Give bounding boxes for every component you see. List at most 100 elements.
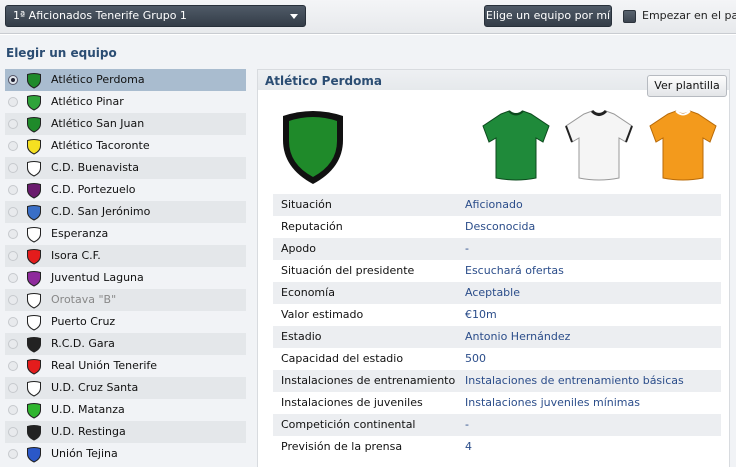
detail-row: Instalaciones de entrenamiento Instalacio… [273,370,721,392]
team-radio[interactable] [8,119,18,129]
team-crest-icon [27,139,41,155]
detail-value: - [465,418,469,431]
team-list: Atlético Perdoma Atlético Pinar Atlético S… [5,69,246,465]
club-details-table: Situación Aficionado Reputación Desconocida… [273,194,721,458]
team-radio[interactable] [8,97,18,107]
team-radio[interactable] [8,251,18,261]
detail-row: Situación Aficionado [273,194,721,216]
detail-label: Instalaciones de entrenamiento [281,374,456,387]
top-toolbar: 1ª Aficionados Tenerife Grupo 1 Elige un… [0,0,736,34]
team-row[interactable]: U.D. Cruz Santa [5,377,246,399]
detail-row: Apodo - [273,238,721,260]
chevron-down-icon [290,14,298,19]
detail-value: - [465,242,469,255]
team-radio[interactable] [8,163,18,173]
team-row[interactable]: Isora C.F. [5,245,246,267]
team-radio[interactable] [8,207,18,217]
team-name: Atlético Pinar [51,95,124,108]
team-row[interactable]: Esperanza [5,223,246,245]
detail-value: Escuchará ofertas [465,264,564,277]
team-radio[interactable] [8,75,18,85]
detail-label: Reputación [281,220,343,233]
detail-value: Aficionado [465,198,523,211]
team-name: C.D. San Jerónimo [51,205,151,218]
detail-label: Economía [281,286,335,299]
team-radio[interactable] [8,449,18,459]
detail-row: Previsión de la prensa 4 [273,436,721,458]
team-row[interactable]: C.D. Portezuelo [5,179,246,201]
team-crest-icon [27,271,41,287]
detail-value: 500 [465,352,486,365]
detail-label: Estadio [281,330,322,343]
team-crest-icon [27,381,41,397]
detail-label: Previsión de la prensa [281,440,403,453]
league-select[interactable]: 1ª Aficionados Tenerife Grupo 1 [5,5,306,27]
view-squad-button[interactable]: Ver plantilla [647,75,727,97]
team-radio[interactable] [8,273,18,283]
team-row[interactable]: Atlético San Juan [5,113,246,135]
detail-value: Aceptable [465,286,520,299]
team-row[interactable]: Puerto Cruz [5,311,246,333]
team-radio[interactable] [8,295,18,305]
team-row[interactable]: U.D. Restinga [5,421,246,443]
team-row[interactable]: Unión Tejina [5,443,246,465]
detail-value: Instalaciones juveniles mínimas [465,396,640,409]
detail-label: Instalaciones de juveniles [281,396,423,409]
detail-label: Competición continental [281,418,416,431]
team-crest-icon [27,403,41,419]
team-crest-icon [27,117,41,133]
team-crest-icon [27,183,41,199]
panel-title: Atlético Perdoma [265,74,382,88]
team-name: C.D. Portezuelo [51,183,136,196]
away-kit-icon [565,109,633,181]
home-kit-icon [482,110,550,181]
team-name: Unión Tejina [51,447,118,460]
team-row[interactable]: U.D. Matanza [5,399,246,421]
team-radio[interactable] [8,229,18,239]
team-row[interactable]: Orotava "B" [5,289,246,311]
team-name: Atlético Perdoma [51,73,145,86]
team-radio[interactable] [8,141,18,151]
team-name: U.D. Cruz Santa [51,381,139,394]
detail-row: Estadio Antonio Hernández [273,326,721,348]
team-crest-icon [27,249,41,265]
detail-label: Capacidad del estadio [281,352,404,365]
detail-value: Antonio Hernández [465,330,571,343]
detail-row: Economía Aceptable [273,282,721,304]
team-crest-icon [27,425,41,441]
team-row[interactable]: Real Unión Tenerife [5,355,246,377]
team-name: Real Unión Tenerife [51,359,158,372]
team-row[interactable]: Juventud Laguna [5,267,246,289]
team-radio[interactable] [8,383,18,393]
team-radio[interactable] [8,427,18,437]
team-radio[interactable] [8,405,18,415]
team-name: Puerto Cruz [51,315,116,328]
team-name: C.D. Buenavista [51,161,139,174]
team-row[interactable]: C.D. San Jerónimo [5,201,246,223]
team-radio[interactable] [8,317,18,327]
team-row[interactable]: R.C.D. Gara [5,333,246,355]
start-unemployed-checkbox[interactable] [623,10,636,23]
team-radio[interactable] [8,339,18,349]
header-divider [0,34,736,35]
team-crest-icon [27,95,41,111]
section-title: Elegir un equipo [6,46,117,60]
team-crest-icon [27,73,41,89]
team-row[interactable]: Atlético Pinar [5,91,246,113]
detail-row: Capacidad del estadio 500 [273,348,721,370]
team-crest-icon [27,315,41,331]
detail-value: Desconocida [465,220,536,233]
league-select-value: 1ª Aficionados Tenerife Grupo 1 [13,9,187,22]
team-crest-icon [27,293,41,309]
team-row[interactable]: Atlético Tacoronte [5,135,246,157]
detail-row: Reputación Desconocida [273,216,721,238]
team-row[interactable]: C.D. Buenavista [5,157,246,179]
team-radio[interactable] [8,185,18,195]
detail-row: Instalaciones de juveniles Instalaciones … [273,392,721,414]
choose-team-for-me-button[interactable]: Elige un equipo por mí [484,5,612,27]
team-crest-icon [27,161,41,177]
team-row[interactable]: Atlético Perdoma [5,69,246,91]
team-crest-icon [27,205,41,221]
team-radio[interactable] [8,361,18,371]
detail-label: Apodo [281,242,316,255]
